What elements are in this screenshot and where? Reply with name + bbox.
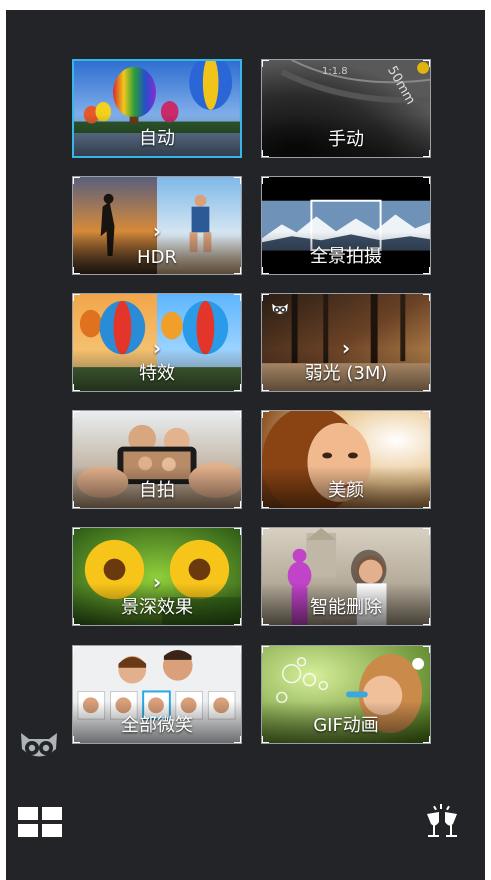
corner-mark xyxy=(262,501,269,508)
corner-mark xyxy=(234,646,241,653)
grid-cell xyxy=(42,807,62,820)
grid-cell xyxy=(18,807,38,820)
corner-mark xyxy=(423,411,430,418)
corner-mark xyxy=(423,267,430,274)
corner-mark xyxy=(234,618,241,625)
corner-mark xyxy=(423,646,430,653)
corner-mark xyxy=(234,411,241,418)
mode-label-panorama: 全景拍摄 xyxy=(310,246,382,267)
corner-mark xyxy=(423,736,430,743)
corner-mark xyxy=(73,177,80,184)
mode-tile-hdr[interactable]: › HDR xyxy=(72,176,242,275)
grid-cell xyxy=(42,824,62,837)
corner-mark xyxy=(262,60,269,67)
mode-label-manual: 手动 xyxy=(328,129,364,150)
mode-tile-effects[interactable]: › 特效 xyxy=(72,293,242,392)
mode-label-depth: 景深效果 xyxy=(121,597,193,618)
cheers-glasses-icon[interactable] xyxy=(421,802,463,844)
corner-mark xyxy=(73,267,80,274)
corner-mark xyxy=(423,294,430,301)
corner-mark xyxy=(73,618,80,625)
corner-mark xyxy=(262,384,269,391)
lens-aperture-text: 1:1.8 xyxy=(322,66,348,77)
corner-mark xyxy=(73,501,80,508)
corner-mark xyxy=(262,267,269,274)
corner-mark xyxy=(262,177,269,184)
corner-mark xyxy=(234,736,241,743)
corner-mark xyxy=(262,294,269,301)
corner-mark xyxy=(423,384,430,391)
corner-mark xyxy=(73,411,80,418)
mode-label-allsmiles: 全部微笑 xyxy=(121,715,193,736)
mode-label-beautify: 美颜 xyxy=(328,480,364,501)
corner-mark xyxy=(262,736,269,743)
mode-tile-selfie[interactable]: 自拍 xyxy=(72,410,242,509)
corner-mark xyxy=(262,411,269,418)
corner-mark xyxy=(423,528,430,535)
corner-mark xyxy=(423,177,430,184)
corner-mark xyxy=(262,150,269,157)
corner-mark xyxy=(73,294,80,301)
corner-mark xyxy=(234,177,241,184)
mode-tile-allsmiles[interactable]: 全部微笑 xyxy=(72,645,242,744)
mode-label-hdr: HDR xyxy=(137,247,177,268)
corner-mark xyxy=(423,150,430,157)
corner-mark xyxy=(234,294,241,301)
mode-label-selfie: 自拍 xyxy=(139,480,175,501)
corner-mark xyxy=(423,60,430,67)
owl-icon[interactable] xyxy=(19,730,59,762)
corner-mark xyxy=(262,618,269,625)
corner-mark xyxy=(234,267,241,274)
mode-label-smartremove: 智能删除 xyxy=(310,597,382,618)
corner-mark xyxy=(73,528,80,535)
mode-tile-depth[interactable]: › 景深效果 xyxy=(72,527,242,626)
grid-view-icon[interactable] xyxy=(18,807,62,837)
mode-tile-lowlight[interactable]: › 弱光 (3M) xyxy=(261,293,431,392)
mode-label-effects: 特效 xyxy=(139,363,175,384)
corner-mark xyxy=(234,384,241,391)
mode-tile-auto[interactable]: 自动 xyxy=(72,59,242,158)
corner-mark xyxy=(262,646,269,653)
corner-mark xyxy=(73,384,80,391)
corner-mark xyxy=(73,736,80,743)
corner-mark xyxy=(423,618,430,625)
corner-mark xyxy=(262,528,269,535)
mode-tile-manual[interactable]: 50mm 1:1.8 手动 xyxy=(261,59,431,158)
mode-tile-gif[interactable]: GIF动画 xyxy=(261,645,431,744)
grid-cell xyxy=(18,824,38,837)
mode-label-auto: 自动 xyxy=(139,128,175,149)
mode-tile-smartremove[interactable]: 智能删除 xyxy=(261,527,431,626)
mode-label-lowlight: 弱光 (3M) xyxy=(304,363,388,384)
mode-label-gif: GIF动画 xyxy=(313,715,379,736)
mode-tile-beautify[interactable]: 美颜 xyxy=(261,410,431,509)
lowlight-owl-icon xyxy=(272,303,288,314)
corner-mark xyxy=(234,528,241,535)
mode-tile-panorama[interactable]: 全景拍摄 xyxy=(261,176,431,275)
corner-mark xyxy=(234,501,241,508)
camera-mode-screen: 自动 50mm 1:1.8 手动 › HDR 全景拍摄 › 特效 › 弱光 (3… xyxy=(6,10,485,880)
corner-mark xyxy=(423,501,430,508)
corner-mark xyxy=(73,646,80,653)
